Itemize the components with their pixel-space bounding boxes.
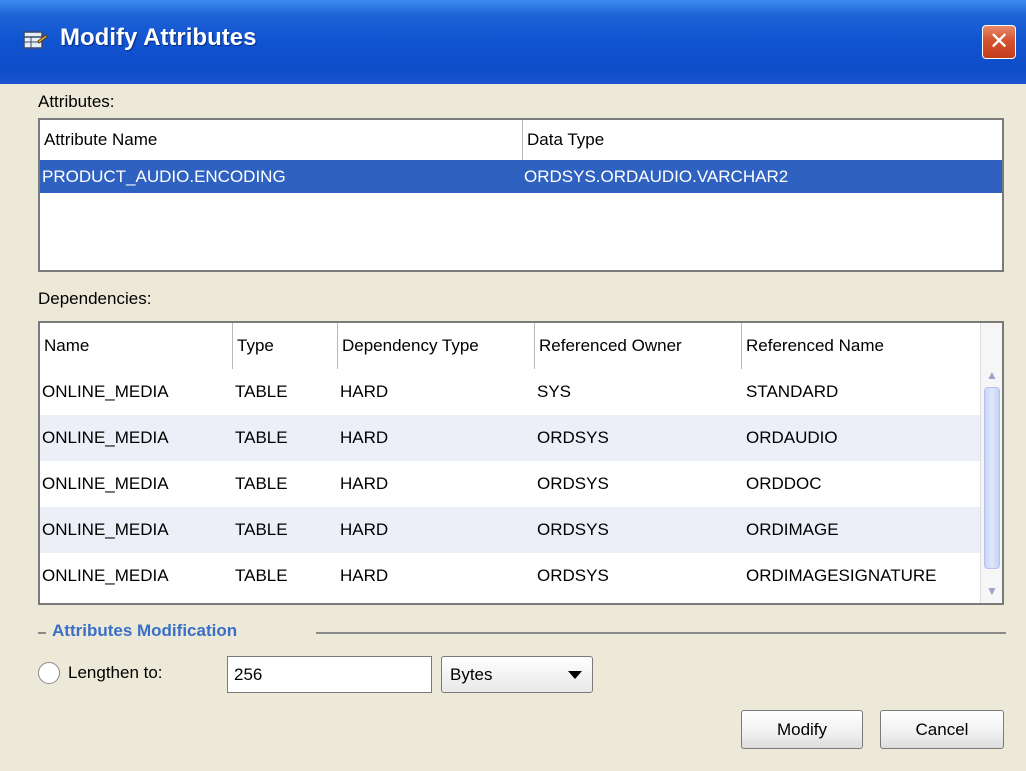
cell-referenced-owner: SYS [537, 382, 572, 401]
cell-data-type: ORDSYS.ORDAUDIO.VARCHAR2 [524, 167, 789, 186]
cell-referenced-owner: ORDSYS [537, 520, 609, 539]
scroll-thumb[interactable] [984, 387, 1000, 569]
cell-name: ONLINE_MEDIA [42, 520, 169, 539]
cell-attribute-name: PRODUCT_AUDIO.ENCODING [42, 167, 286, 186]
table-row[interactable]: ONLINE_MEDIA TABLE HARD ORDSYS ORDDOC [40, 461, 980, 507]
cell-referenced-name: ORDIMAGESIGNATURE [746, 566, 937, 585]
cell-referenced-owner: ORDSYS [537, 428, 609, 447]
section-divider-left [38, 632, 46, 634]
cell-type: TABLE [235, 428, 288, 447]
cell-dependency-type: HARD [340, 382, 389, 401]
close-button[interactable]: ✕ [982, 25, 1016, 59]
cell-type: TABLE [235, 566, 288, 585]
column-header-name[interactable]: Name [40, 323, 232, 369]
column-header-referenced-owner[interactable]: Referenced Owner [535, 323, 741, 369]
attributes-table-header: Attribute Name Data Type [40, 120, 1002, 160]
scroll-up-icon[interactable]: ▲ [983, 365, 1001, 385]
cell-referenced-name: ORDAUDIO [746, 428, 838, 447]
cell-referenced-owner: ORDSYS [537, 566, 609, 585]
section-divider-right [316, 632, 1006, 634]
cell-name: ONLINE_MEDIA [42, 474, 169, 493]
unit-dropdown[interactable]: Bytes [441, 656, 593, 693]
attributes-table: Attribute Name Data Type PRODUCT_AUDIO.E… [38, 118, 1004, 272]
column-header-dependency-type[interactable]: Dependency Type [338, 323, 534, 369]
cell-dependency-type: HARD [340, 566, 389, 585]
cell-type: TABLE [235, 382, 288, 401]
cell-dependency-type: HARD [340, 474, 389, 493]
column-header-attribute-name[interactable]: Attribute Name [40, 120, 522, 160]
cell-dependency-type: HARD [340, 428, 389, 447]
cell-referenced-name: STANDARD [746, 382, 839, 401]
unit-selected-value: Bytes [450, 665, 493, 684]
section-title: Attributes Modification [52, 621, 238, 640]
lengthen-radio[interactable] [38, 662, 60, 684]
cell-type: TABLE [235, 474, 288, 493]
cell-referenced-name: ORDIMAGE [746, 520, 839, 539]
table-icon [23, 31, 48, 49]
title-bar[interactable]: Modify Attributes ✕ [0, 0, 1026, 84]
dependencies-label: Dependencies: [38, 289, 152, 308]
column-header-type[interactable]: Type [233, 323, 337, 369]
dependencies-table-header: Name Type Dependency Type Referenced Own… [40, 323, 980, 369]
table-row[interactable]: ONLINE_MEDIA TABLE HARD ORDSYS ORDIMAGE [40, 507, 980, 553]
cell-type: TABLE [235, 520, 288, 539]
scroll-down-icon[interactable]: ▼ [983, 581, 1001, 601]
dependencies-table: Name Type Dependency Type Referenced Own… [38, 321, 1004, 605]
close-icon: ✕ [988, 28, 1010, 55]
chevron-down-icon [568, 671, 582, 679]
cell-dependency-type: HARD [340, 520, 389, 539]
table-row[interactable]: ONLINE_MEDIA TABLE HARD SYS STANDARD [40, 369, 980, 415]
modify-button[interactable]: Modify [741, 710, 863, 749]
window-title: Modify Attributes [60, 24, 257, 51]
cancel-button[interactable]: Cancel [880, 710, 1004, 749]
cell-name: ONLINE_MEDIA [42, 566, 169, 585]
table-row[interactable]: ONLINE_MEDIA TABLE HARD ORDSYS ORDIMAGES… [40, 553, 980, 599]
attributes-label: Attributes: [38, 92, 115, 111]
cell-name: ONLINE_MEDIA [42, 428, 169, 447]
column-header-referenced-name[interactable]: Referenced Name [742, 323, 980, 369]
table-row[interactable]: ONLINE_MEDIA TABLE HARD ORDSYS ORDAUDIO [40, 415, 980, 461]
cell-referenced-name: ORDDOC [746, 474, 822, 493]
column-header-data-type[interactable]: Data Type [523, 120, 1001, 160]
vertical-scrollbar[interactable]: ▲ ▼ [980, 323, 1002, 603]
modify-attributes-dialog: Modify Attributes ✕ Attributes: Attribut… [0, 0, 1026, 771]
length-input[interactable]: 256 [227, 656, 432, 693]
lengthen-label: Lengthen to: [68, 663, 163, 682]
cell-referenced-owner: ORDSYS [537, 474, 609, 493]
cell-name: ONLINE_MEDIA [42, 382, 169, 401]
table-row[interactable]: PRODUCT_AUDIO.ENCODING ORDSYS.ORDAUDIO.V… [40, 160, 1002, 193]
